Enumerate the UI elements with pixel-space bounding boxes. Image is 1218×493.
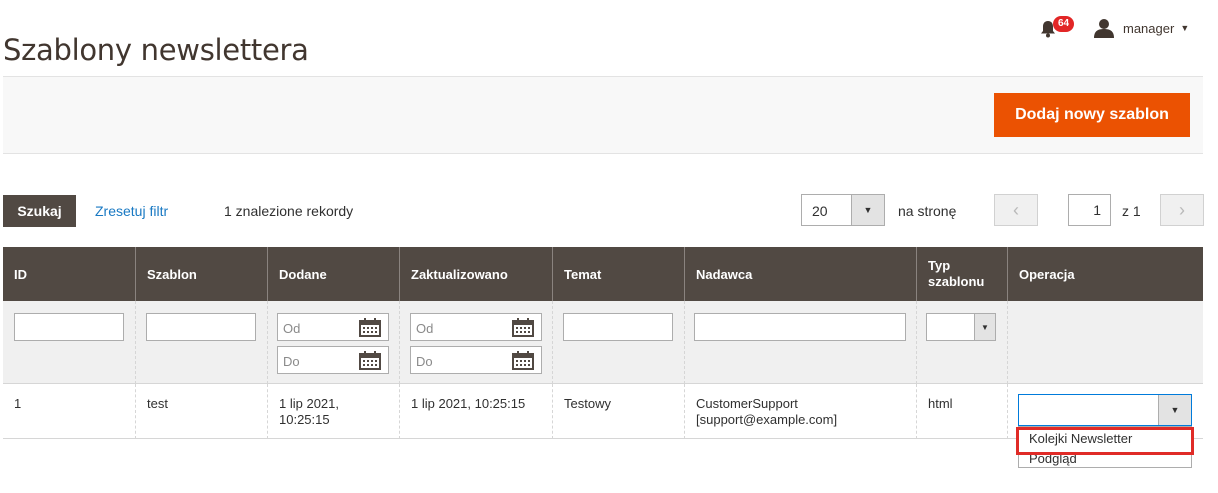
notifications-badge: 64 <box>1053 16 1075 32</box>
per-page-value: 20 <box>812 203 828 219</box>
operation-select[interactable]: ▼ <box>1018 394 1192 426</box>
next-page-button[interactable]: › <box>1160 194 1204 226</box>
per-page-label: na stronę <box>898 203 957 219</box>
page-title: Szablony newslettera <box>3 33 309 68</box>
filter-updated-to[interactable] <box>410 346 542 374</box>
column-header-sender[interactable]: Nadawca <box>684 247 916 301</box>
calendar-icon[interactable] <box>512 351 534 370</box>
cell-added: 1 lip 2021, 10:25:15 <box>267 384 399 439</box>
records-count: 1 znalezione rekordy <box>224 203 354 219</box>
filter-updated-from-input[interactable] <box>411 315 488 341</box>
calendar-icon[interactable] <box>359 351 381 370</box>
filter-subject-input[interactable] <box>563 313 673 341</box>
cell-updated: 1 lip 2021, 10:25:15 <box>399 384 552 439</box>
column-header-updated[interactable]: Zaktualizowano <box>399 247 552 301</box>
filter-row: ▼ <box>3 301 1203 384</box>
sender-name: CustomerSupport <box>696 396 798 411</box>
previous-page-button[interactable]: ‹ <box>994 194 1038 226</box>
filter-added-from-input[interactable] <box>278 315 355 341</box>
filter-updated-from[interactable] <box>410 313 542 341</box>
column-header-subject[interactable]: Temat <box>552 247 684 301</box>
filter-type-select[interactable]: ▼ <box>926 313 996 341</box>
filter-added-to-input[interactable] <box>278 348 355 374</box>
user-icon <box>1094 19 1114 38</box>
page-total: z 1 <box>1122 203 1141 219</box>
filter-updated-to-input[interactable] <box>411 348 488 374</box>
cell-sender: CustomerSupport [support@example.com] <box>684 384 916 439</box>
calendar-icon[interactable] <box>359 318 381 337</box>
filter-added-from[interactable] <box>277 313 389 341</box>
chevron-down-icon: ▼ <box>1180 23 1190 33</box>
filter-template-input[interactable] <box>146 313 256 341</box>
user-menu[interactable]: manager ▼ <box>1094 17 1189 39</box>
cell-template: test <box>135 384 267 439</box>
column-header-added[interactable]: Dodane <box>267 247 399 301</box>
reset-filter-link[interactable]: Zresetuj filtr <box>95 203 168 219</box>
sender-email: [support@example.com] <box>696 412 838 427</box>
search-button[interactable]: Szukaj <box>3 195 76 227</box>
notifications[interactable]: 64 <box>1040 16 1080 40</box>
highlight-box <box>1016 427 1194 455</box>
add-new-template-button[interactable]: Dodaj nowy szablon <box>994 93 1190 137</box>
filter-added-to[interactable] <box>277 346 389 374</box>
page-actions-bar: Dodaj nowy szablon <box>3 76 1203 154</box>
column-header-operation: Operacja <box>1007 247 1203 301</box>
column-header-type[interactable]: Typ szablonu <box>916 247 1007 301</box>
filter-cell-operation <box>1007 301 1203 384</box>
chevron-down-icon[interactable]: ▼ <box>1158 395 1191 425</box>
user-name: manager <box>1123 20 1175 36</box>
chevron-right-icon: › <box>1179 199 1185 220</box>
filter-sender-input[interactable] <box>694 313 906 341</box>
chevron-down-icon[interactable]: ▼ <box>974 314 995 340</box>
page-number-input[interactable] <box>1068 194 1111 226</box>
grid-header: ID Szablon Dodane Zaktualizowano Temat N… <box>3 247 1203 301</box>
cell-id: 1 <box>14 396 22 411</box>
calendar-icon[interactable] <box>512 318 534 337</box>
chevron-down-icon[interactable]: ▼ <box>851 195 884 225</box>
cell-subject: Testowy <box>552 384 684 439</box>
cell-type: html <box>916 384 1007 439</box>
column-header-template[interactable]: Szablon <box>135 247 267 301</box>
column-header-id[interactable]: ID <box>3 247 135 301</box>
filter-id-input[interactable] <box>14 313 124 341</box>
per-page-select[interactable]: 20 ▼ <box>801 194 885 226</box>
chevron-left-icon: ‹ <box>1013 199 1019 220</box>
